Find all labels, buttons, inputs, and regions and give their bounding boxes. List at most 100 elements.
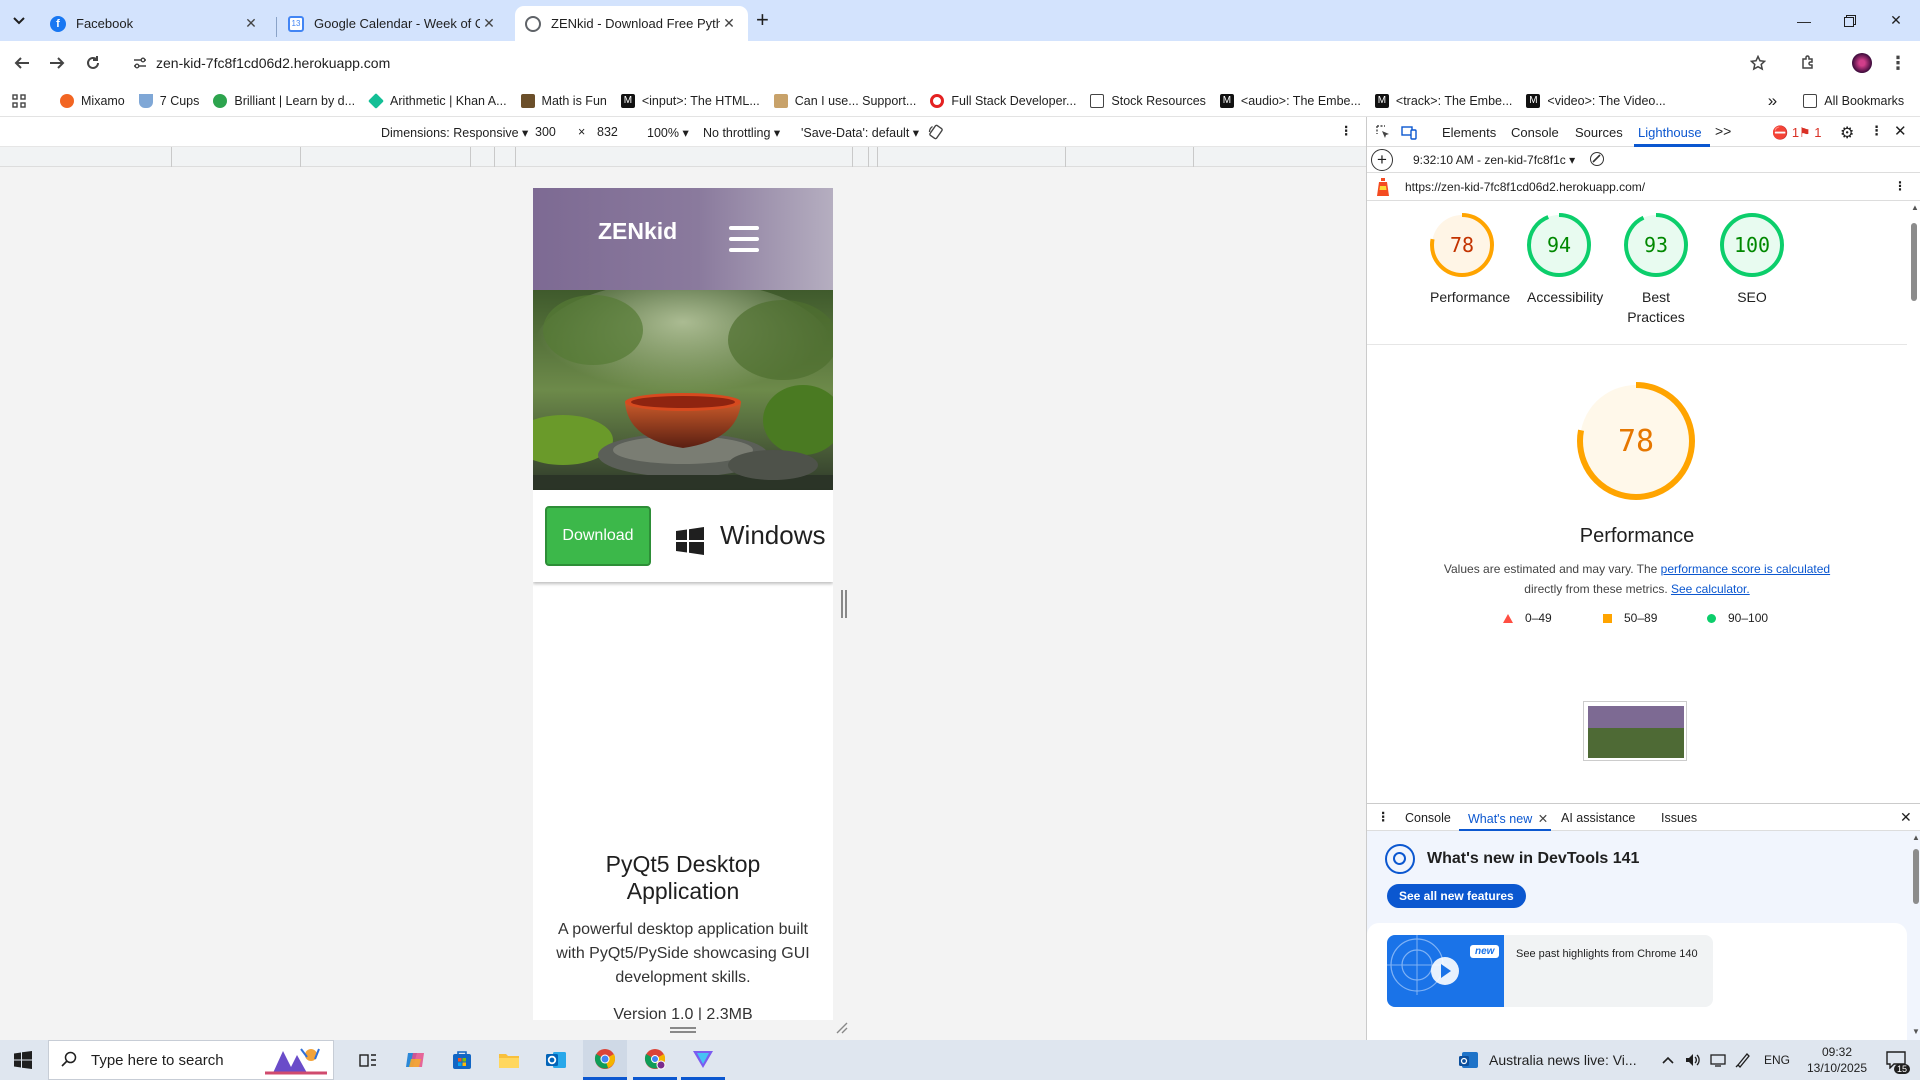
bookmark-stock[interactable]: Stock Resources	[1090, 93, 1206, 108]
pen-icon[interactable]	[1731, 1040, 1755, 1080]
highlight-card[interactable]: new See past highlights from Chrome 140	[1387, 935, 1713, 1007]
see-all-features-button[interactable]: See all new features	[1387, 884, 1526, 908]
network-icon[interactable]	[1706, 1040, 1730, 1080]
tab-sources[interactable]: Sources	[1575, 125, 1623, 140]
bookmark-mdn-input[interactable]: M <input>: The HTML...	[620, 93, 760, 108]
width-input[interactable]: 300	[535, 125, 556, 139]
new-tab-button[interactable]: +	[756, 7, 769, 33]
outlook-icon[interactable]	[534, 1040, 578, 1080]
chrome-profile-taskbar-icon[interactable]	[633, 1040, 677, 1080]
drawer-menu-icon[interactable]: ⋮	[1377, 809, 1390, 824]
new-report-icon[interactable]: +	[1371, 149, 1393, 171]
tab-console[interactable]: Console	[1511, 125, 1559, 140]
issue-counter[interactable]: ⚑ 1	[1799, 125, 1822, 141]
hamburger-menu-icon[interactable]	[729, 226, 759, 252]
bookmark-mathisfun[interactable]: Math is Fun	[520, 93, 607, 108]
bookmark-brilliant[interactable]: Brilliant | Learn by d...	[213, 93, 355, 108]
zoom-dropdown[interactable]: 100% ▾	[647, 125, 689, 140]
device-toolbar-menu[interactable]: ⋮	[1340, 123, 1353, 138]
site-logo[interactable]: ZENkid	[598, 218, 677, 245]
bookmark-mixamo[interactable]: Mixamo	[60, 93, 125, 108]
bookmark-khan[interactable]: Arithmetic | Khan A...	[368, 92, 507, 109]
bookmark-star-button[interactable]	[1742, 47, 1774, 79]
bookmarks-overflow[interactable]: »	[1768, 91, 1777, 111]
more-tabs-button[interactable]: >>	[1715, 123, 1731, 139]
see-calculator-link[interactable]: See calculator.	[1671, 582, 1750, 596]
rotate-icon[interactable]	[928, 124, 944, 143]
bookmark-mdn-video[interactable]: M <video>: The Video...	[1526, 93, 1666, 108]
taskbar-search-box[interactable]: Type here to search	[48, 1040, 334, 1080]
tab-search-button[interactable]	[8, 10, 30, 32]
app-triangle-icon[interactable]	[681, 1040, 725, 1080]
copilot-icon[interactable]	[393, 1040, 437, 1080]
all-bookmarks[interactable]: All Bookmarks	[1803, 93, 1904, 108]
drawer-scrollbar[interactable]: ▲ ▼	[1911, 831, 1920, 1040]
task-view-icon[interactable]	[346, 1040, 390, 1080]
forward-button[interactable]	[41, 47, 73, 79]
close-tab-icon[interactable]: ✕	[720, 15, 738, 32]
show-hidden-icons[interactable]	[1656, 1040, 1680, 1080]
score-gauge-accessibility[interactable]: 94 Accessibility	[1513, 211, 1605, 307]
tab-facebook[interactable]: f Facebook ✕	[40, 6, 270, 41]
error-counter[interactable]: ⛔ 1	[1772, 125, 1799, 141]
site-info-icon[interactable]	[132, 55, 148, 74]
score-gauge-seo[interactable]: 100 SEO	[1706, 211, 1798, 307]
bookmark-caniuse[interactable]: Can I use... Support...	[773, 93, 916, 108]
close-window-button[interactable]: ✕	[1873, 0, 1919, 41]
reload-button[interactable]	[77, 47, 109, 79]
drawer-tab-whats-new[interactable]: What's new ✕	[1468, 811, 1548, 826]
start-button[interactable]	[0, 1040, 46, 1080]
download-button[interactable]: Download	[545, 506, 651, 566]
file-explorer-icon[interactable]	[487, 1040, 531, 1080]
language-indicator[interactable]: ENG	[1758, 1040, 1796, 1080]
microsoft-store-icon[interactable]	[440, 1040, 484, 1080]
bookmark-7cups[interactable]: 7 Cups	[138, 93, 199, 108]
resize-handle-corner[interactable]	[836, 1022, 848, 1034]
bookmark-mdn-track[interactable]: M <track>: The Embe...	[1374, 93, 1512, 108]
restore-button[interactable]	[1827, 0, 1873, 41]
extensions-button[interactable]	[1792, 47, 1824, 79]
tab-google-calendar[interactable]: 13 Google Calendar - Week of Oct ✕	[278, 6, 508, 41]
back-button[interactable]	[6, 47, 38, 79]
apps-icon[interactable]	[12, 93, 26, 108]
close-drawer-icon[interactable]: ✕	[1900, 809, 1912, 826]
drawer-tab-console[interactable]: Console	[1405, 811, 1451, 825]
tab-zenkid[interactable]: ZENkid - Download Free Pytho ✕	[515, 6, 748, 41]
chrome-menu-button[interactable]: ⋮	[1882, 47, 1914, 79]
close-tab-icon[interactable]: ✕	[480, 15, 498, 32]
bookmark-fullstack[interactable]: Full Stack Developer...	[930, 93, 1076, 108]
notification-center[interactable]: 15	[1876, 1040, 1916, 1080]
throttling-dropdown[interactable]: No throttling ▾	[703, 125, 780, 140]
volume-icon[interactable]	[1681, 1040, 1705, 1080]
performance-score-link[interactable]: performance score is calculated	[1661, 562, 1830, 576]
score-gauge-best-practices[interactable]: 93 Best Practices	[1610, 211, 1702, 327]
clock[interactable]: 09:32 13/10/2025	[1802, 1040, 1872, 1080]
report-url[interactable]: https://zen-kid-7fc8f1cd06d2.herokuapp.c…	[1405, 180, 1645, 194]
save-data-dropdown[interactable]: 'Save-Data': default ▾	[801, 125, 919, 140]
settings-gear-icon[interactable]: ⚙	[1840, 123, 1854, 143]
device-toggle-icon[interactable]	[1401, 124, 1417, 143]
dimensions-dropdown[interactable]: Dimensions: Responsive ▾	[381, 125, 528, 140]
chrome-taskbar-icon[interactable]	[583, 1040, 627, 1080]
resize-handle-bottom[interactable]	[670, 1027, 696, 1033]
clear-reports-icon[interactable]	[1590, 152, 1604, 166]
devtools-menu-icon[interactable]: ⋮	[1870, 123, 1883, 139]
inspect-element-icon[interactable]	[1375, 124, 1391, 143]
score-gauge-performance[interactable]: 78 Performance	[1416, 211, 1510, 307]
drawer-tab-ai-assistance[interactable]: AI assistance	[1561, 811, 1635, 825]
minimize-button[interactable]: —	[1781, 0, 1827, 41]
resize-handle-right[interactable]	[841, 590, 847, 618]
drawer-tab-issues[interactable]: Issues	[1661, 811, 1697, 825]
height-input[interactable]: 832	[597, 125, 618, 139]
report-selector[interactable]: 9:32:10 AM - zen-kid-7fc8f1c ▾	[1413, 153, 1575, 167]
bookmark-mdn-audio[interactable]: M <audio>: The Embe...	[1219, 93, 1361, 108]
report-menu-icon[interactable]: ⋮	[1894, 179, 1906, 193]
address-bar[interactable]: zen-kid-7fc8f1cd06d2.herokuapp.com	[122, 46, 1790, 80]
close-tab-icon[interactable]: ✕	[242, 15, 260, 32]
close-devtools-icon[interactable]: ✕	[1894, 122, 1907, 140]
news-widget[interactable]: Australia news live: Vi...	[1459, 1040, 1657, 1080]
profile-avatar[interactable]	[1846, 47, 1878, 79]
close-tab-icon[interactable]: ✕	[1538, 812, 1548, 826]
tab-elements[interactable]: Elements	[1442, 125, 1496, 140]
tab-lighthouse[interactable]: Lighthouse	[1638, 125, 1702, 140]
